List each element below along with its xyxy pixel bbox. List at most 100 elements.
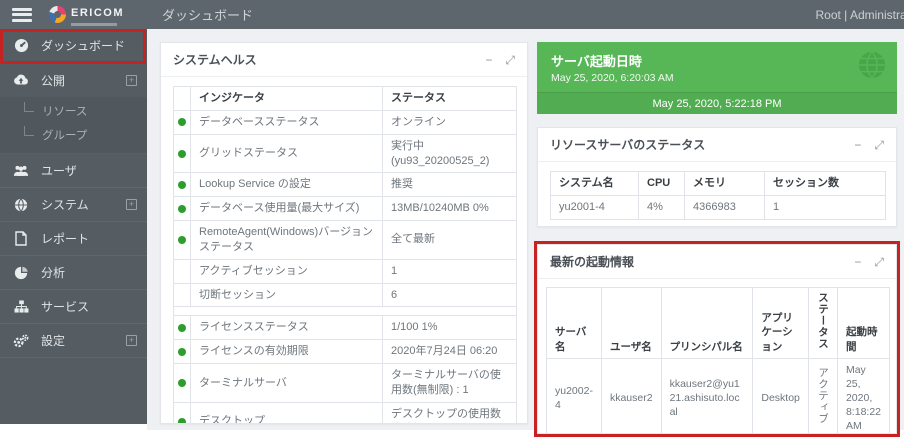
server-start-datetime: May 25, 2020, 6:20:03 AM: [537, 70, 897, 84]
gears-icon: [12, 334, 30, 348]
sidebar-item-publish[interactable]: 公開 +: [0, 63, 147, 97]
sidebar-item-label: グループ: [42, 127, 87, 143]
sidebar-item-label: ダッシュボード: [41, 37, 125, 54]
status-ok-dot: [178, 236, 186, 244]
table-row: yu2001-4 4% 4366983 1: [551, 195, 886, 219]
column-header: メモリ: [685, 172, 765, 196]
page-title: ダッシュボード: [162, 5, 253, 24]
sidebar-item-users[interactable]: ユーザ: [0, 154, 147, 188]
table-row: 切断セッション6: [174, 283, 517, 307]
sidebar-item-dashboard[interactable]: ダッシュボード: [0, 29, 147, 63]
sidebar-submenu-publish: リソース グループ: [0, 97, 147, 154]
sidebar-item-label: レポート: [41, 230, 89, 247]
status-ok-dot: [178, 181, 186, 189]
table-row: アクティブセッション1: [174, 259, 517, 283]
pie-chart-icon: [12, 266, 30, 280]
expand-plus-icon[interactable]: +: [126, 75, 137, 86]
column-header: セッション数: [765, 172, 886, 196]
panel-title: システムヘルス: [173, 51, 257, 68]
minimize-icon[interactable]: −: [854, 256, 861, 268]
status-ok-dot: [178, 324, 186, 332]
sidebar-item-label: ユーザ: [41, 162, 77, 179]
maximize-icon[interactable]: ⤢: [874, 256, 884, 268]
panel-server-start-time: サーバ起動日時 May 25, 2020, 6:20:03 AM May 25,…: [537, 42, 897, 114]
table-header-row: インジケータ ステータス: [174, 87, 517, 111]
resource-servers-table: システム名 CPU メモリ セッション数 yu2001-4 4% 4366983…: [550, 171, 886, 220]
status-ok-dot: [178, 348, 186, 356]
sidebar-item-system[interactable]: システム +: [0, 188, 147, 222]
column-header: ステータス: [808, 288, 837, 359]
dashboard-icon: [12, 38, 30, 53]
sidebar-item-label: 設定: [41, 332, 65, 349]
brand-tagline: [71, 23, 117, 26]
globe-icon: [12, 198, 30, 212]
panel-title: 最新の起動情報: [550, 253, 634, 270]
panel-header: 最新の起動情報 − ⤢: [538, 245, 896, 279]
sidebar-item-settings[interactable]: 設定 +: [0, 324, 147, 358]
tree-branch-icon: [24, 126, 34, 136]
status-ok-dot: [178, 205, 186, 213]
hamburger-menu-icon[interactable]: [12, 8, 32, 22]
expand-plus-icon[interactable]: +: [126, 199, 137, 210]
table-row: RemoteAgent(Windows)バージョンステータス全て最新: [174, 221, 517, 260]
table-row: データベースステータスオンライン: [174, 110, 517, 134]
maximize-icon[interactable]: ⤢: [505, 54, 515, 66]
sidebar-item-label: 分析: [41, 264, 65, 281]
column-header: 起動時間: [837, 288, 889, 359]
panel-header: リソースサーバのステータス − ⤢: [538, 128, 896, 162]
table-row: データベース使用量(最大サイズ)13MB/10240MB 0%: [174, 197, 517, 221]
system-health-table: インジケータ ステータス データベースステータスオンライン グリッドステータス実…: [173, 86, 517, 424]
latest-launch-table: サーバ名 ユーザ名 プリンシパル名 アプリケーション ステータス 起動時間 yu…: [546, 287, 890, 434]
maximize-icon[interactable]: ⤢: [874, 139, 884, 151]
column-header: CPU: [639, 172, 685, 196]
sidebar-item-label: 公開: [41, 72, 65, 89]
table-row: デスクトップデスクトップの使用数(無制限) : 0: [174, 402, 517, 424]
ericom-logo: ERICOM: [49, 3, 124, 26]
current-datetime: May 25, 2020, 5:22:18 PM: [537, 92, 897, 114]
table-row: ライセンスの有効期限2020年7月24日 06:20: [174, 340, 517, 364]
column-header: システム名: [551, 172, 639, 196]
ericom-logo-icon: [49, 6, 66, 23]
sidebar-item-groups[interactable]: グループ: [0, 123, 147, 147]
table-header-row: サーバ名 ユーザ名 プリンシパル名 アプリケーション ステータス 起動時間: [547, 288, 890, 359]
table-header-row: システム名 CPU メモリ セッション数: [551, 172, 886, 196]
table-row: ライセンスステータス1/100 1%: [174, 316, 517, 340]
panel-title: リソースサーバのステータス: [550, 136, 705, 153]
table-row: ターミナルサーバターミナルサーバの使用数(無制限) : 1: [174, 364, 517, 403]
user-menu[interactable]: Root | Administrat: [816, 8, 904, 22]
column-header: ステータス: [383, 87, 517, 111]
panel-resource-servers: リソースサーバのステータス − ⤢ システム名 CPU メモリ セッション数 y…: [537, 127, 897, 227]
table-row: Lookup Service の設定推奨: [174, 173, 517, 197]
status-ok-dot: [178, 418, 186, 424]
minimize-icon[interactable]: −: [485, 54, 492, 66]
tree-branch-icon: [24, 102, 34, 112]
status-ok-dot: [178, 150, 186, 158]
sidebar-item-label: システム: [41, 196, 89, 213]
sidebar-item-services[interactable]: サービス: [0, 290, 147, 324]
table-row: グリッドステータス実行中 (yu93_20200525_2): [174, 134, 517, 173]
panel-latest-launch-info: 最新の起動情報 − ⤢ サーバ名 ユーザ名 プリンシパル名 アプリケーション ス…: [537, 244, 897, 434]
sidebar-item-resources[interactable]: リソース: [0, 99, 147, 123]
sidebar-item-analytics[interactable]: 分析: [0, 256, 147, 290]
status-ok-dot: [178, 379, 186, 387]
panel-header: システムヘルス − ⤢: [161, 43, 527, 77]
column-header: プリンシパル名: [661, 288, 753, 359]
globe-icon: [857, 50, 887, 80]
topbar: ERICOM ダッシュボード Root | Administrat: [0, 0, 904, 29]
sidebar: ダッシュボード 公開 + リソース グループ ユーザ: [0, 29, 147, 424]
column-header: サーバ名: [547, 288, 602, 359]
table-row: yu2002-4 kkauser2 kkauser2@yu121.ashisut…: [547, 358, 890, 434]
users-icon: [12, 164, 30, 177]
table-spacer-row: [174, 307, 517, 316]
column-header: アプリケーション: [753, 288, 809, 359]
brand-name: ERICOM: [71, 7, 124, 19]
sidebar-item-label: リソース: [42, 103, 87, 119]
minimize-icon[interactable]: −: [854, 139, 861, 151]
column-header: ユーザ名: [601, 288, 661, 359]
expand-plus-icon[interactable]: +: [126, 335, 137, 346]
sidebar-item-reports[interactable]: レポート: [0, 222, 147, 256]
report-icon: [12, 231, 30, 246]
cloud-upload-icon: [12, 73, 30, 87]
panel-system-health: システムヘルス − ⤢ インジケータ ステータス データベースステータスオンライ…: [160, 42, 528, 424]
panel-title: サーバ起動日時: [537, 42, 897, 70]
